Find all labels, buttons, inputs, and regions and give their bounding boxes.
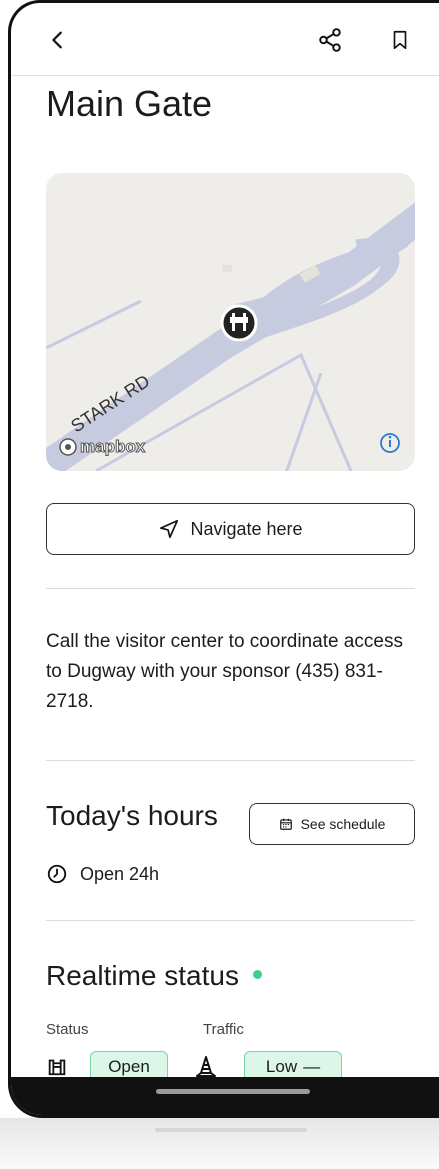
calendar-icon: [279, 818, 292, 830]
bookmark-icon: [393, 30, 407, 50]
top-app-bar: [11, 3, 439, 76]
navigation-arrow-icon: [160, 519, 179, 539]
hours-status-row: Open 24h: [46, 863, 159, 885]
traffic-indicator: —: [303, 1057, 321, 1076]
divider: [46, 588, 415, 589]
phone-frame: Main Gate STARK RD mapbox Navigate here …: [8, 0, 439, 1118]
status-value: Open: [108, 1057, 150, 1076]
visitor-description: Call the visitor center to coordinate ac…: [46, 631, 403, 712]
navigate-button[interactable]: Navigate here: [46, 503, 415, 555]
status-label: Status: [46, 1021, 89, 1038]
share-button[interactable]: [313, 23, 347, 57]
reflection-bar: [155, 1128, 307, 1132]
gate-icon: [48, 1059, 66, 1076]
road-barrier-icon[interactable]: [220, 304, 258, 342]
share-icon: [319, 28, 341, 52]
chevron-left-icon: [52, 31, 62, 49]
realtime-title-text: Realtime status: [46, 960, 239, 991]
page-title: Main Gate: [46, 83, 213, 124]
info-icon[interactable]: [380, 433, 400, 453]
navigate-label: Navigate here: [190, 518, 303, 539]
clock-icon: [47, 864, 67, 884]
mapbox-text: mapbox: [79, 437, 146, 457]
divider: [46, 760, 415, 761]
home-handle[interactable]: [156, 1089, 310, 1094]
see-schedule-label: See schedule: [300, 816, 386, 832]
traffic-cone-icon: [196, 1056, 216, 1077]
see-schedule-button[interactable]: See schedule: [249, 803, 415, 845]
map-view[interactable]: STARK RD mapbox: [46, 173, 415, 471]
map-roads: STARK RD: [46, 202, 415, 471]
back-button[interactable]: [41, 23, 75, 57]
mapbox-attribution[interactable]: mapbox: [58, 437, 146, 457]
bookmark-button[interactable]: [383, 23, 417, 57]
device-reflection: [0, 1118, 439, 1169]
hours-status-text: Open 24h: [80, 863, 160, 884]
divider: [46, 920, 415, 921]
hours-title: Today's hours: [46, 800, 218, 831]
traffic-value: Low: [265, 1057, 298, 1076]
mapbox-logo-icon: [59, 438, 77, 456]
traffic-label: Traffic: [203, 1021, 244, 1038]
live-indicator-dot: [252, 970, 262, 980]
realtime-title: Realtime status: [46, 960, 262, 992]
system-nav-bar: [11, 1077, 439, 1115]
